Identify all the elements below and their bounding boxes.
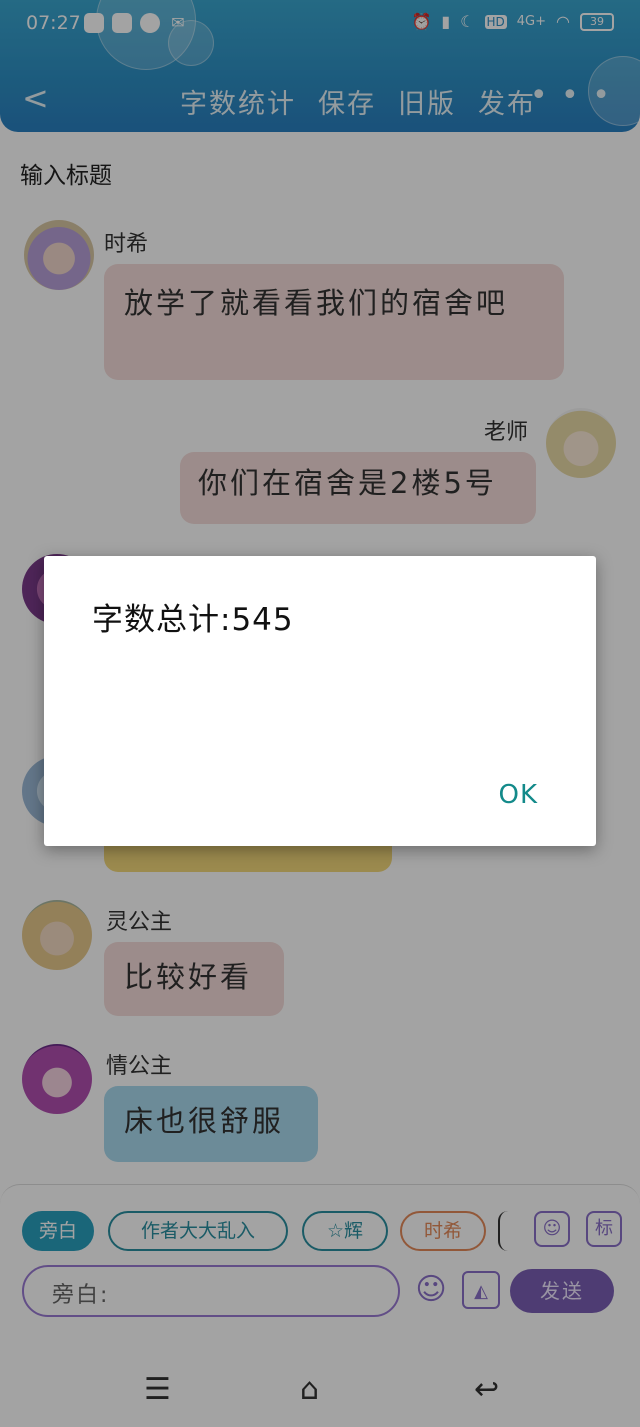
ok-button[interactable]: OK: [498, 780, 538, 810]
dialog-message: 字数总计:545: [92, 602, 294, 638]
screen: 07:27 ✉ ⏰ ▮ ☾ HD 4G+ ◠ 39 < 字数统计 保存 旧版 发…: [0, 0, 640, 1427]
word-count-dialog: 字数总计:545 OK: [44, 556, 596, 846]
